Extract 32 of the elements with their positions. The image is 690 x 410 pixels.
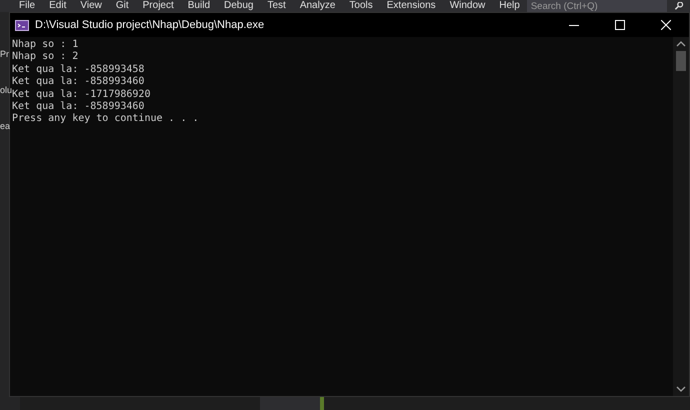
console-line: Nhap so : 2	[12, 51, 78, 64]
menu-item[interactable]: Edit	[42, 0, 74, 12]
change-marker	[320, 397, 324, 410]
console-line: Ket qua la: -858993460	[12, 101, 144, 113]
search-icon	[672, 2, 684, 10]
menu-item[interactable]: Project	[136, 0, 181, 12]
console-line: Ket qua la: -858993460	[12, 76, 144, 89]
menu-item[interactable]: Extensions	[380, 0, 443, 12]
menu-item[interactable]: File	[0, 0, 42, 12]
panel-label: olu	[0, 85, 9, 95]
console-line: Ket qua la: -1717986920	[12, 88, 150, 101]
menu-item[interactable]: Debug	[217, 0, 260, 12]
window-title: D:\Visual Studio project\Nhap\Debug\Nhap.exe	[35, 19, 264, 31]
scrollbar[interactable]	[673, 37, 689, 396]
menu-item[interactable]: Analyze	[292, 0, 342, 12]
scroll-thumb[interactable]	[676, 51, 686, 71]
console-app-icon	[15, 20, 29, 30]
menu-item[interactable]: View	[73, 0, 109, 12]
menu-item[interactable]: Window	[442, 0, 492, 12]
console-line: Press any key to continue . . .	[12, 113, 199, 126]
panel-label: ea	[0, 121, 9, 131]
maximize-icon	[615, 20, 625, 30]
menu-item[interactable]: Git	[108, 0, 136, 12]
menu-item[interactable]: Build	[180, 0, 218, 12]
close-icon	[661, 20, 671, 30]
menu-item[interactable]: Tools	[342, 0, 380, 12]
menu-item[interactable]: Test	[260, 0, 293, 12]
console-line: Nhap so : 1	[12, 39, 78, 51]
menu-item[interactable]: Help	[492, 0, 527, 12]
panel-label: Pr	[0, 49, 9, 59]
console-line: Ket qua la: -858993458	[12, 64, 144, 76]
search-field[interactable]: Search (Ctrl+Q)	[526, 0, 667, 12]
